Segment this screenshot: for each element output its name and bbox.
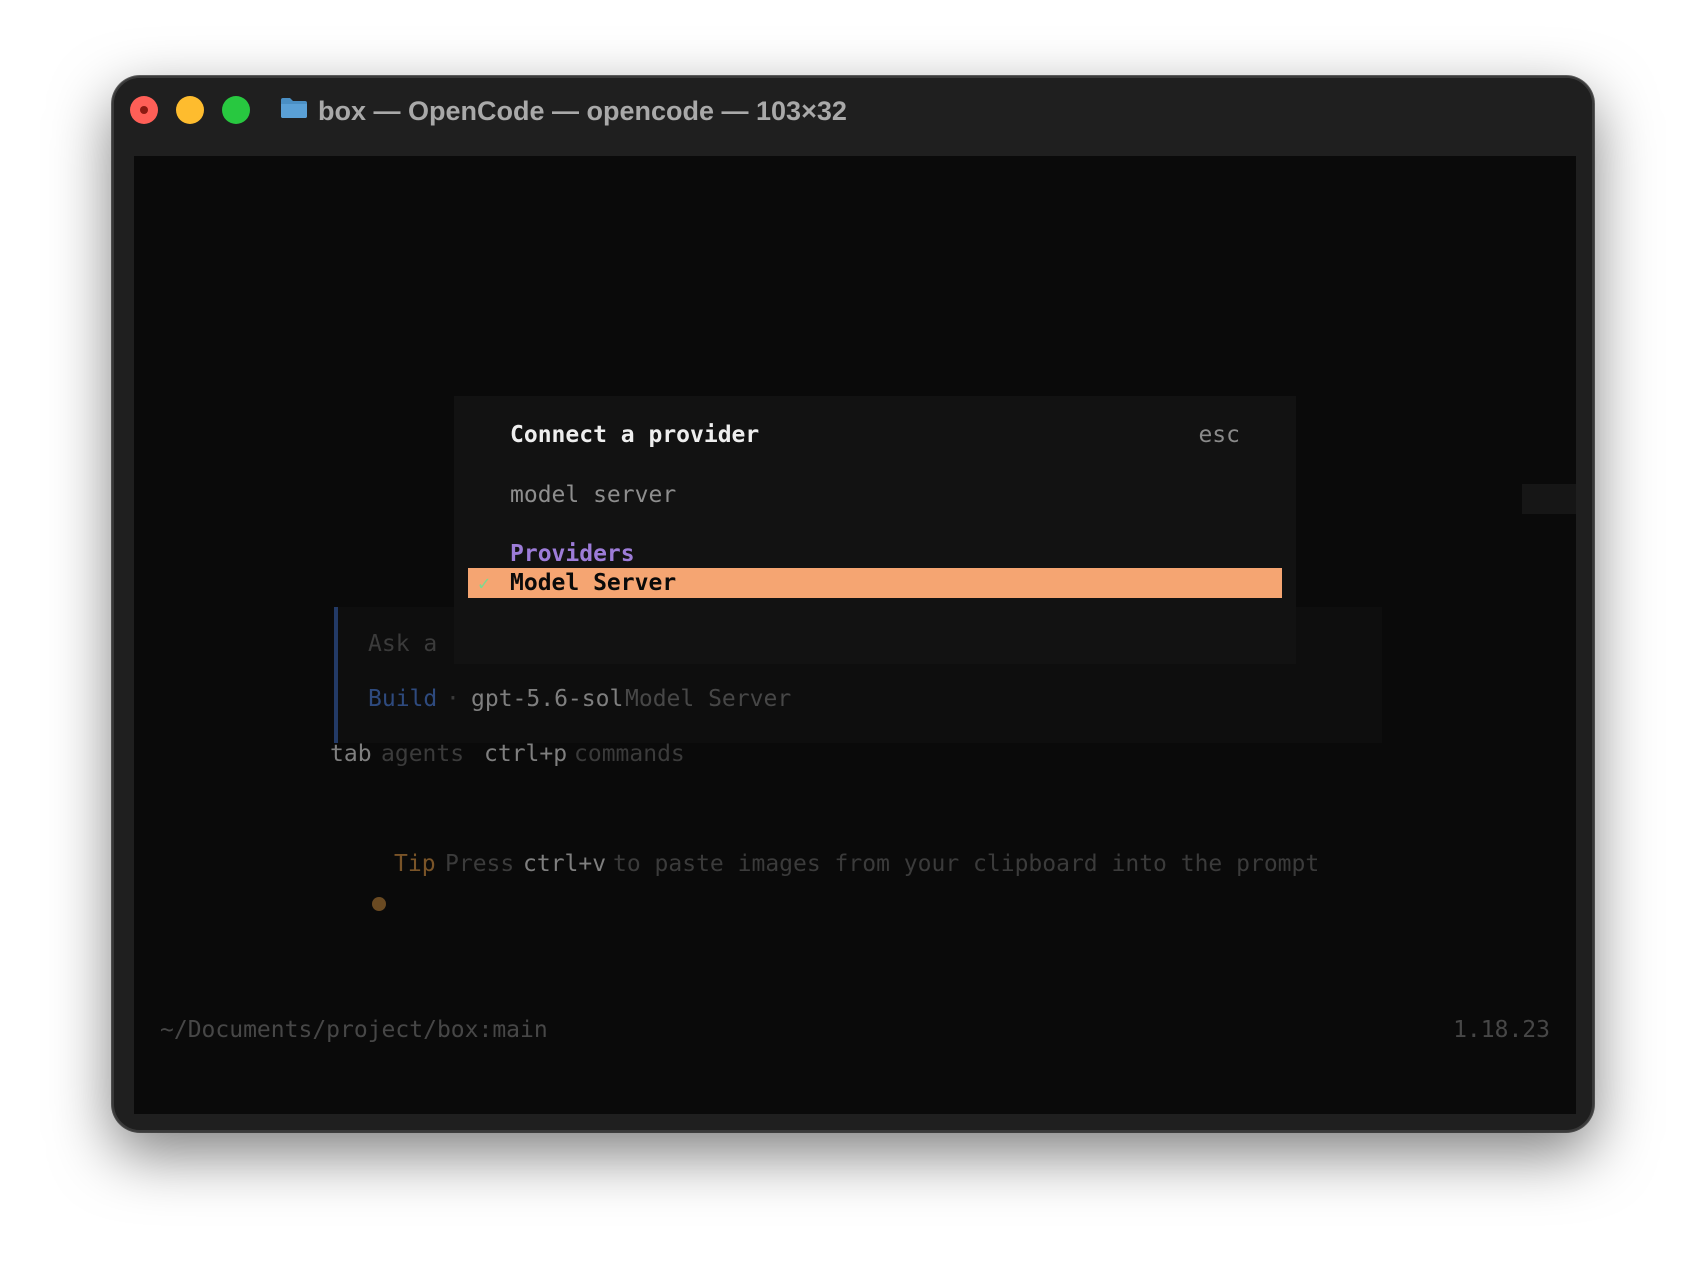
side-panel-tab: [1522, 484, 1576, 514]
tip-key: ctrl+v: [523, 851, 607, 877]
prompt-accent-bar: [334, 607, 338, 743]
close-window-button[interactable]: [130, 96, 158, 124]
commands-key-hint: ctrl+p: [484, 741, 568, 767]
dialog-title: Connect a provider: [510, 422, 760, 448]
status-version: 1.18.23: [1453, 1017, 1550, 1043]
providers-section-header: Providers: [510, 541, 635, 567]
folder-icon: [281, 98, 307, 118]
provider-option-label: Model Server: [510, 570, 677, 596]
commands-hint-label: commands: [574, 741, 685, 767]
check-icon: ✓: [478, 571, 491, 595]
tip-label: Tip: [394, 851, 436, 877]
tip-dot-icon: [372, 897, 386, 911]
status-path: ~/Documents/project/box:main: [160, 1017, 548, 1043]
provider-option-model-server[interactable]: ✓ Model Server: [468, 568, 1282, 598]
terminal-window: box — OpenCode — opencode — 103×32 Ask a…: [112, 76, 1594, 1132]
terminal-screen[interactable]: Ask a Build · gpt-5.6-sol Model Server t…: [134, 156, 1576, 1114]
model-name: gpt-5.6-sol: [471, 686, 624, 712]
tab-hint-label: agents: [381, 741, 465, 767]
prompt-separator: ·: [446, 686, 460, 712]
tab-key-hint: tab: [330, 741, 372, 767]
zoom-window-button[interactable]: [222, 96, 250, 124]
agent-name: Build: [368, 686, 438, 712]
tip-text-after: to paste images from your clipboard into…: [613, 851, 1320, 877]
provider-name: Model Server: [625, 686, 792, 712]
dialog-close-esc[interactable]: esc: [1198, 418, 1240, 452]
provider-search-input[interactable]: [510, 478, 1230, 512]
titlebar: box — OpenCode — opencode — 103×32: [114, 78, 1592, 156]
tip-text-before: Press: [445, 851, 515, 877]
prompt-placeholder: Ask a: [368, 631, 438, 657]
connect-provider-dialog: Connect a provider esc Providers ✓ Model…: [454, 396, 1296, 664]
minimize-window-button[interactable]: [176, 96, 204, 124]
window-title: box — OpenCode — opencode — 103×32: [318, 96, 847, 126]
